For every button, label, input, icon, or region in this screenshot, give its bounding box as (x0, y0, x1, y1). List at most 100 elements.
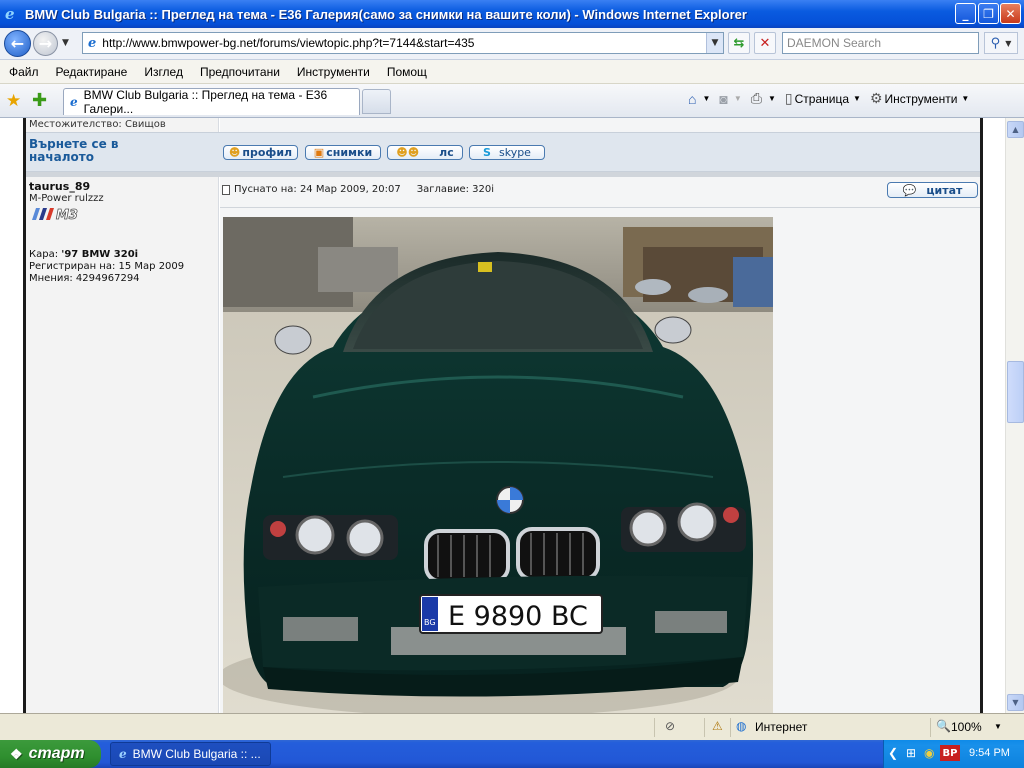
title-bar[interactable]: e BMW Club Bulgaria :: Преглед на тема -… (0, 0, 1024, 28)
language-indicator[interactable]: BP (940, 745, 960, 761)
address-dropdown[interactable]: ▼ (706, 33, 723, 53)
stop-button[interactable]: ✕ (754, 32, 776, 54)
tray-arrow-icon[interactable]: ❮ (888, 746, 898, 760)
user-icon: ☻ (228, 146, 241, 159)
refresh-button[interactable]: ⇆ (728, 32, 750, 54)
zoom-control[interactable]: 🔍 100% ▼ (930, 718, 1024, 737)
tools-dropdown[interactable]: ▼ (961, 94, 969, 103)
scroll-down-button[interactable]: ▼ (1007, 694, 1024, 711)
system-tray: ❮ ⊞ ◉ BP 9:54 PM (883, 740, 1024, 768)
back-to-top-link[interactable]: Върнете се в началото (29, 138, 149, 164)
url-text: http://www.bmwpower-bg.net/forums/viewto… (102, 36, 475, 50)
page-viewport: Местожителство: Свищов Върнете се в нача… (0, 118, 1005, 713)
ie-icon: e (5, 5, 15, 23)
taskbar: ❖ старт e BMW Club Bulgaria :: ... ❮ ⊞ ◉… (0, 740, 1024, 768)
search-button[interactable]: ⚲ ▼ (984, 32, 1018, 54)
stop-icon: ✕ (759, 35, 771, 51)
speech-bubble-icon: 💬 (902, 183, 917, 197)
home-icon[interactable]: ⌂ (688, 91, 696, 107)
users-icon: ☻☻ (396, 146, 420, 159)
profile-button[interactable]: ☻ профил (223, 145, 298, 160)
author-info: Кара: '97 BMW 320i Регистриран на: 15 Ма… (29, 249, 209, 285)
pm-button[interactable]: ☻☻ лс (387, 145, 463, 160)
close-button[interactable]: ✕ (1000, 3, 1021, 24)
print-icon[interactable]: ⎙ (751, 90, 762, 107)
forward-button[interactable]: → (33, 31, 58, 56)
maximize-button[interactable]: ❐ (978, 3, 999, 24)
menu-favorites[interactable]: Предпочитани (200, 65, 280, 79)
rss-icon[interactable]: ◙ (719, 91, 727, 107)
zone-segment: ◍ Интернет (730, 718, 925, 737)
search-icon: ⚲ (990, 35, 1001, 51)
command-bar: ⌂ ▼ ◙ ▼ ⎙ ▼ ▯ Страница ▼ ⚙ Инструменти ▼ (688, 90, 978, 107)
security-icon: ⚠ (712, 719, 723, 733)
tools-menu[interactable]: Инструменти (885, 92, 958, 106)
menu-file[interactable]: Файл (9, 65, 39, 79)
menu-view[interactable]: Изглед (144, 65, 183, 79)
page-dropdown[interactable]: ▼ (853, 94, 861, 103)
scroll-thumb[interactable] (1007, 361, 1024, 423)
m3-badge: M3 (32, 208, 78, 221)
address-field[interactable]: e http://www.bmwpower-bg.net/forums/view… (82, 32, 724, 54)
zoom-level: 100% (951, 720, 982, 734)
author-rank: M-Power rulzzz (29, 193, 104, 204)
refresh-icon: ⇆ (733, 35, 745, 51)
post-photo: BG E 9890 BC (223, 217, 773, 713)
post-author: taurus_89 (29, 180, 91, 193)
svg-text:E 9890 BC: E 9890 BC (448, 601, 588, 632)
window-title: BMW Club Bulgaria :: Преглед на тема - E… (25, 6, 747, 22)
tab-bar: ★ ✚ e BMW Club Bulgaria :: Преглед на те… (0, 84, 1024, 118)
home-dropdown[interactable]: ▼ (702, 94, 710, 103)
privacy-segment: ⊘ (654, 718, 704, 737)
menu-edit[interactable]: Редактиране (56, 65, 128, 79)
privacy-icon: ⊘ (665, 719, 676, 733)
scroll-up-button[interactable]: ▲ (1007, 121, 1024, 138)
zoom-icon: 🔍 (936, 719, 951, 733)
doc-icon (222, 184, 230, 195)
minimize-button[interactable]: _ (955, 3, 976, 24)
print-dropdown[interactable]: ▼ (768, 94, 776, 103)
author-posts: Мнения: 4294967294 (29, 273, 140, 284)
ie-icon: e (70, 95, 78, 109)
network-icon[interactable]: ⊞ (906, 746, 916, 760)
history-dropdown[interactable]: ▼ (62, 38, 69, 48)
menu-tools[interactable]: Инструменти (297, 65, 370, 79)
photo-icon: ▣ (313, 146, 325, 159)
rss-dropdown[interactable]: ▼ (734, 94, 742, 103)
zone-label: Интернет (755, 720, 808, 734)
quote-button[interactable]: 💬 цитат (887, 182, 978, 198)
back-button[interactable]: ← (4, 30, 31, 57)
clock: 9:54 PM (969, 747, 1010, 759)
internet-globe-icon: ◍ (736, 719, 747, 733)
svg-text:BG: BG (424, 618, 436, 627)
post-separator (26, 172, 980, 177)
security-segment: ⚠ (704, 718, 730, 737)
menu-help[interactable]: Помощ (387, 65, 427, 79)
taskbar-window-button[interactable]: e BMW Club Bulgaria :: ... (110, 742, 271, 766)
status-bar: ⊘ ⚠ ◍ Интернет 🔍 100% ▼ (0, 713, 1024, 740)
new-tab-button[interactable] (362, 89, 391, 114)
tab-active[interactable]: e BMW Club Bulgaria :: Преглед на тема -… (63, 88, 360, 116)
tray-app-icon[interactable]: ◉ (924, 746, 934, 760)
post-date: Пуснато на: 24 Мар 2009, 20:07 (234, 184, 401, 195)
page-menu[interactable]: Страница (795, 92, 849, 106)
photos-button[interactable]: ▣ снимки (305, 145, 381, 160)
skype-button[interactable]: Sskype (469, 145, 545, 160)
favorites-star-icon[interactable]: ★ (6, 91, 21, 111)
svg-text:M3: M3 (56, 208, 78, 221)
page-menu-icon: ▯ (784, 90, 793, 106)
author-car: Кара: '97 BMW 320i (29, 249, 139, 260)
add-favorites-icon[interactable]: ✚ (32, 90, 47, 111)
page-border-right (980, 118, 983, 713)
forward-arrow-icon: → (38, 34, 53, 53)
windows-flag-icon: ❖ (10, 745, 23, 762)
zoom-dropdown[interactable]: ▼ (994, 722, 1002, 731)
search-input[interactable]: DAEMON Search (782, 32, 979, 54)
previous-post-location: Местожителство: Свищов (29, 119, 166, 130)
ie-icon: e (119, 747, 127, 761)
back-arrow-icon: ← (10, 34, 25, 53)
author-registered: Регистриран на: 15 Мар 2009 (29, 261, 185, 272)
start-button[interactable]: ❖ старт (0, 740, 101, 768)
vertical-scrollbar[interactable]: ▲ ▼ (1005, 118, 1024, 713)
menu-bar: Файл Редактиране Изглед Предпочитани Инс… (0, 60, 1024, 84)
